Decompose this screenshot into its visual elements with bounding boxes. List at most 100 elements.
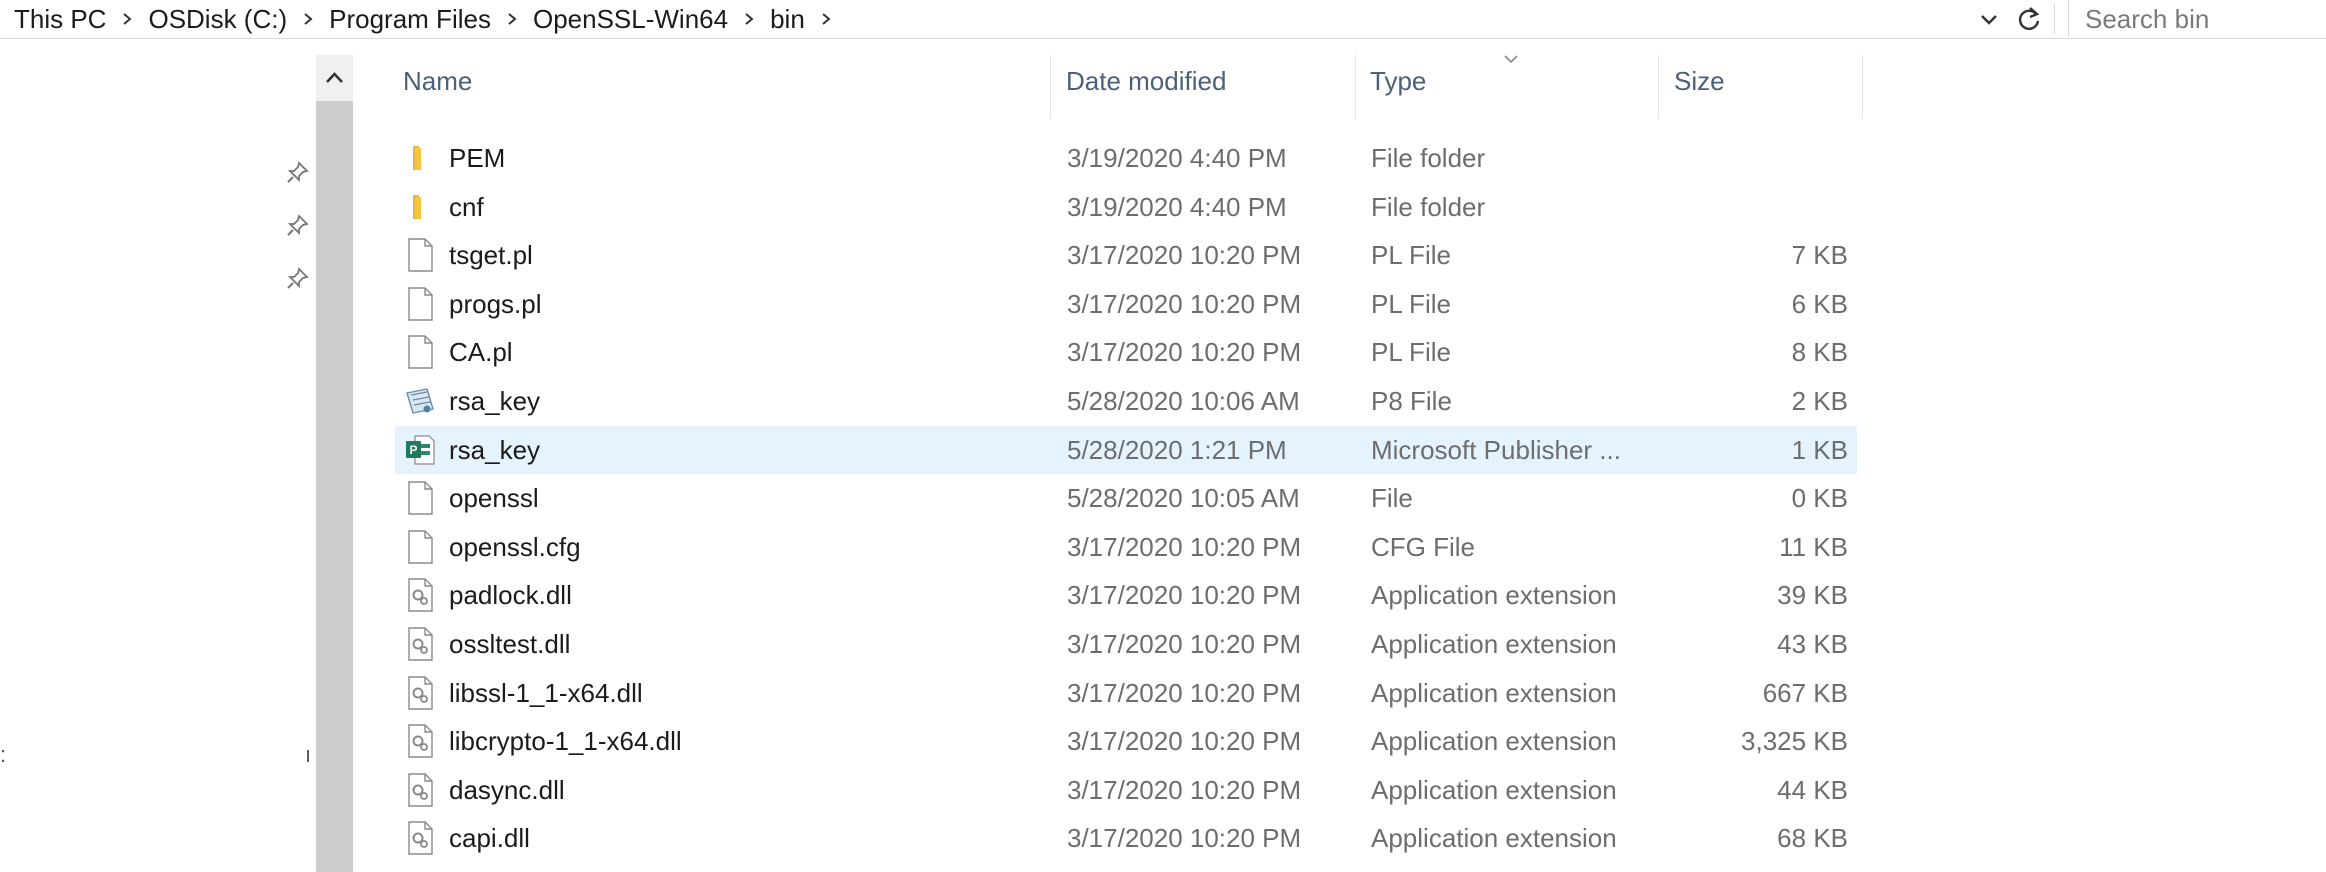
file-date-modified: 3/17/2020 10:20 PM — [1067, 775, 1302, 805]
file-row[interactable]: tsget.pl 3/17/2020 10:20 PM PL File 7 KB — [395, 231, 1857, 279]
file-row[interactable]: openssl 5/28/2020 10:05 AM File 0 KB — [395, 474, 1857, 522]
file-type: Microsoft Publisher ... — [1371, 435, 1621, 465]
file-type: PL File — [1371, 240, 1451, 270]
file-size: 39 KB — [1777, 580, 1848, 610]
file-name: padlock.dll — [449, 580, 572, 610]
file-size: 3,325 KB — [1741, 726, 1848, 756]
column-divider[interactable] — [1355, 55, 1356, 119]
breadcrumb-this-pc[interactable]: This PC — [14, 4, 106, 35]
file-date-modified: 3/17/2020 10:20 PM — [1067, 580, 1302, 610]
address-bar[interactable]: This PC OSDisk (C:) Program Files OpenSS… — [0, 0, 2326, 39]
column-header-type[interactable]: Type — [1370, 66, 1426, 97]
column-divider[interactable] — [1050, 55, 1051, 119]
file-name: ossltest.dll — [449, 629, 571, 659]
column-header-size[interactable]: Size — [1674, 66, 1725, 97]
file-row[interactable]: openssl.cfg 3/17/2020 10:20 PM CFG File 11 … — [395, 523, 1857, 571]
navigation-pane — [0, 39, 316, 872]
file-icon — [405, 529, 435, 565]
file-name: PEM — [449, 143, 506, 173]
file-date-modified: 3/17/2020 10:20 PM — [1067, 726, 1302, 756]
file-type: PL File — [1371, 289, 1451, 319]
file-date-modified: 3/19/2020 4:40 PM — [1067, 192, 1287, 222]
pin-icon[interactable] — [284, 213, 310, 239]
file-icon — [405, 237, 435, 273]
file-type: File — [1371, 483, 1413, 513]
dll-file-icon — [405, 723, 435, 759]
file-icon — [405, 480, 435, 516]
pin-icon[interactable] — [284, 266, 310, 292]
nav-scrollbar[interactable] — [316, 55, 353, 872]
publisher-file-icon: P — [405, 432, 435, 468]
file-type: PL File — [1371, 337, 1451, 367]
file-type: CFG File — [1371, 532, 1475, 562]
file-size: 8 KB — [1791, 337, 1848, 367]
file-date-modified: 5/28/2020 10:05 AM — [1067, 483, 1300, 513]
file-type: Application extension — [1371, 580, 1617, 610]
file-size: 667 KB — [1762, 678, 1848, 708]
divider — [2054, 4, 2055, 34]
file-name: progs.pl — [449, 289, 542, 319]
file-row[interactable]: CA.pl 3/17/2020 10:20 PM PL File 8 KB — [395, 328, 1857, 376]
file-name: libcrypto-1_1-x64.dll — [449, 726, 682, 756]
file-name: capi.dll — [449, 823, 530, 853]
chevron-right-icon[interactable] — [491, 8, 533, 31]
breadcrumb-openssl-win64[interactable]: OpenSSL-Win64 — [533, 4, 728, 35]
chevron-right-icon[interactable] — [106, 8, 148, 31]
truncated-glyph: ı — [305, 742, 312, 767]
file-date-modified: 3/19/2020 4:40 PM — [1067, 143, 1287, 173]
file-row[interactable]: libssl-1_1-x64.dll 3/17/2020 10:20 PM Appl… — [395, 669, 1857, 717]
breadcrumb: This PC OSDisk (C:) Program Files OpenSS… — [14, 0, 847, 38]
file-icon — [405, 334, 435, 370]
column-header-date-modified[interactable]: Date modified — [1066, 66, 1226, 97]
file-size: 11 KB — [1779, 532, 1848, 562]
file-size: 44 KB — [1777, 775, 1848, 805]
file-row[interactable]: cnf 3/19/2020 4:40 PM File folder — [395, 183, 1857, 231]
file-row[interactable]: dasync.dll 3/17/2020 10:20 PM Application … — [395, 766, 1857, 814]
chevron-right-icon[interactable] — [287, 8, 329, 31]
chevron-down-icon[interactable] — [1976, 6, 2002, 32]
file-row[interactable]: Prsa_key 5/28/2020 1:21 PM Microsoft Publi… — [395, 426, 1857, 474]
chevron-right-icon[interactable] — [728, 8, 770, 31]
file-row[interactable]: rsa_key 5/28/2020 10:06 AM P8 File 2 KB — [395, 377, 1857, 425]
file-row[interactable]: libcrypto-1_1-x64.dll 3/17/2020 10:20 PM A… — [395, 717, 1857, 765]
breadcrumb-program-files[interactable]: Program Files — [329, 4, 491, 35]
column-divider[interactable] — [1658, 55, 1659, 119]
certificate-file-icon — [405, 383, 435, 419]
file-row[interactable]: capi.dll 3/17/2020 10:20 PM Application ex… — [395, 814, 1857, 862]
file-name: rsa_key — [449, 435, 541, 465]
file-date-modified: 3/17/2020 10:20 PM — [1067, 823, 1302, 853]
file-name: tsget.pl — [449, 240, 533, 270]
chevron-right-icon[interactable] — [805, 8, 847, 31]
dll-file-icon — [405, 772, 435, 808]
file-date-modified: 3/17/2020 10:20 PM — [1067, 337, 1302, 367]
file-date-modified: 3/17/2020 10:20 PM — [1067, 240, 1302, 270]
file-type: P8 File — [1371, 386, 1452, 416]
file-row[interactable]: progs.pl 3/17/2020 10:20 PM PL File 6 KB — [395, 280, 1857, 328]
breadcrumb-osdisk[interactable]: OSDisk (C:) — [148, 4, 287, 35]
file-size: 0 KB — [1791, 483, 1848, 513]
file-date-modified: 3/17/2020 10:20 PM — [1067, 629, 1302, 659]
file-type: Application extension — [1371, 629, 1617, 659]
dll-file-icon — [405, 820, 435, 856]
truncated-glyph: : — [0, 742, 7, 767]
dll-file-icon — [405, 626, 435, 662]
file-row[interactable]: PEM 3/19/2020 4:40 PM File folder — [395, 134, 1857, 182]
file-name: dasync.dll — [449, 775, 565, 805]
scroll-up-button[interactable] — [316, 55, 353, 101]
column-header-name[interactable]: Name — [403, 66, 472, 97]
file-date-modified: 5/28/2020 10:06 AM — [1067, 386, 1300, 416]
pin-icon[interactable] — [284, 160, 310, 186]
file-icon — [405, 286, 435, 322]
file-name: libssl-1_1-x64.dll — [449, 678, 643, 708]
file-name: rsa_key — [449, 386, 541, 416]
file-type: Application extension — [1371, 823, 1617, 853]
breadcrumb-bin[interactable]: bin — [770, 4, 805, 35]
file-name: cnf — [449, 192, 484, 222]
file-row[interactable]: padlock.dll 3/17/2020 10:20 PM Application… — [395, 571, 1857, 619]
search-input[interactable]: Search bin — [2068, 0, 2326, 37]
column-divider[interactable] — [1862, 55, 1863, 119]
sort-indicator-icon — [1498, 52, 1524, 66]
refresh-icon[interactable] — [2014, 4, 2044, 34]
file-size: 1 KB — [1791, 435, 1848, 465]
file-row[interactable]: ossltest.dll 3/17/2020 10:20 PM Applicatio… — [395, 620, 1857, 668]
